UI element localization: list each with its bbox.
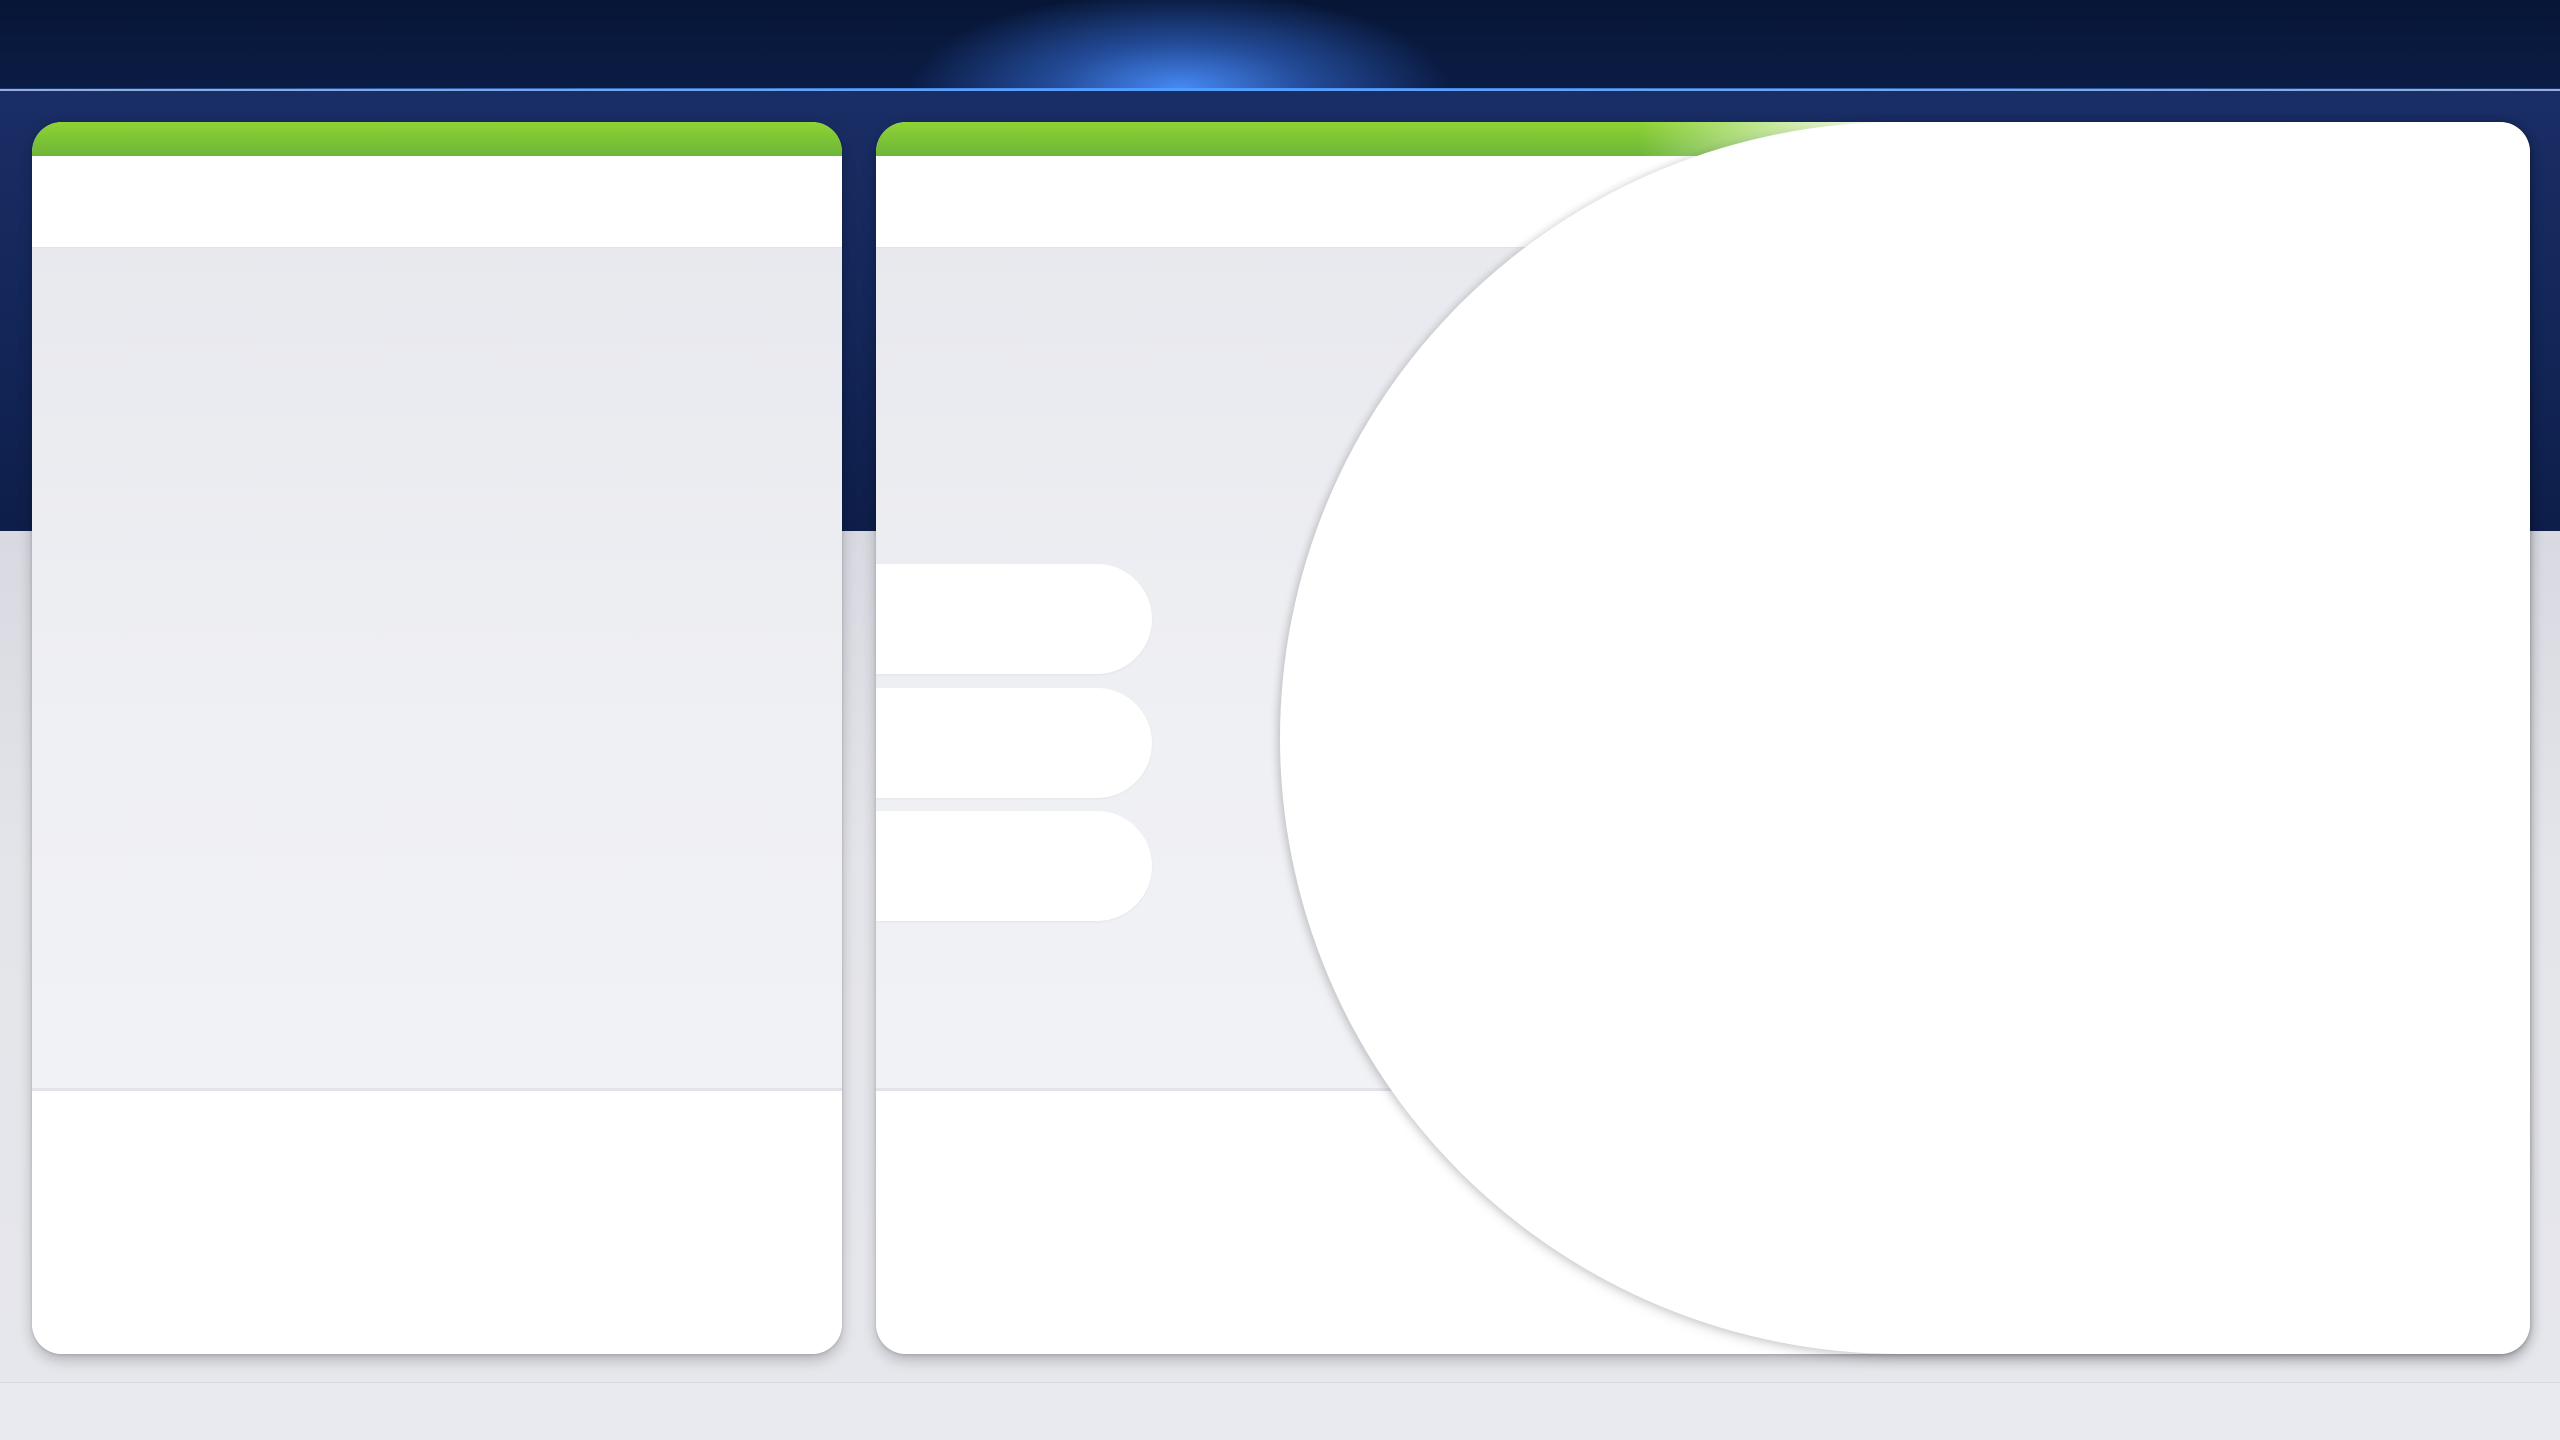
option-button-3[interactable]	[876, 811, 1152, 921]
option-button-2[interactable]	[876, 688, 1152, 798]
app-page	[0, 0, 2560, 1440]
card-accent-bar	[32, 122, 842, 156]
overlay-panel[interactable]	[1280, 122, 2530, 1354]
card-body	[32, 248, 842, 1091]
card-header	[32, 156, 842, 248]
page-footer	[0, 1382, 2560, 1440]
left-card	[32, 122, 842, 1354]
top-navigation-bar	[0, 0, 2560, 89]
option-button-1[interactable]	[876, 564, 1152, 674]
card-detail-section	[32, 1094, 842, 1354]
